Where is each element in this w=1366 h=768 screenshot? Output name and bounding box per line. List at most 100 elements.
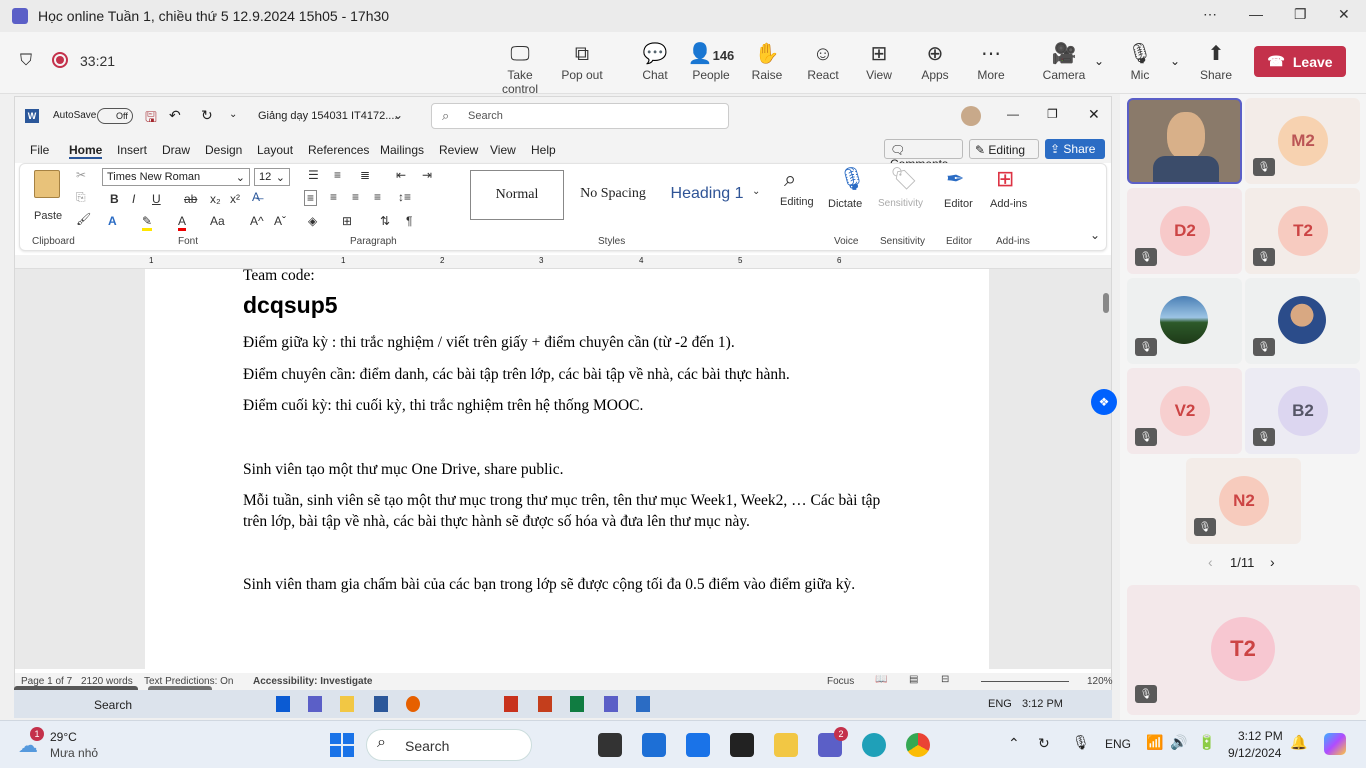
start-button[interactable] (330, 733, 354, 757)
subscript-button[interactable]: x₂ (210, 192, 221, 206)
find-icon[interactable]: ⌕ (784, 166, 796, 192)
tab-layout[interactable]: Layout (257, 143, 293, 157)
copy-icon[interactable]: ⎘ (76, 190, 86, 205)
react-button[interactable]: ☺ React (793, 42, 853, 82)
multilevel-list-icon[interactable]: ≣ (360, 168, 370, 182)
word-minimize-button[interactable]: — (1007, 107, 1019, 121)
word-close-button[interactable]: ✕ (1088, 106, 1100, 123)
clear-format-icon[interactable]: A̶ (252, 190, 260, 204)
featured-participant-tile[interactable]: T2 🎙 (1127, 585, 1360, 715)
web-layout-icon[interactable]: ⊟ (941, 674, 949, 685)
justify-icon[interactable]: ≡ (374, 190, 381, 204)
more-options-icon[interactable]: ⋯ (1203, 6, 1217, 23)
tab-draw[interactable]: Draw (162, 143, 190, 157)
participant-tile[interactable]: 🎙 (1127, 278, 1242, 364)
shrink-font-icon[interactable]: Aˇ (274, 214, 286, 228)
print-layout-icon[interactable]: ▤ (909, 674, 918, 685)
zoom-slider[interactable] (981, 681, 1069, 682)
tab-home[interactable]: Home (69, 143, 103, 159)
participant-tile[interactable]: 🎙 (1245, 278, 1360, 364)
file-explorer-icon[interactable] (774, 733, 798, 757)
bold-button[interactable]: B (110, 192, 119, 206)
addins-icon[interactable]: ⊞ (996, 166, 1014, 192)
taskbar-search[interactable]: ⌕ Search (366, 729, 532, 761)
camera-button[interactable]: 🎥 Camera (1034, 42, 1094, 82)
view-button[interactable]: ⊞ View (849, 42, 909, 82)
accessibility-status[interactable]: Accessibility: Investigate (253, 676, 373, 687)
edge-icon[interactable] (862, 733, 886, 757)
save-icon[interactable]: 🖫 (145, 107, 157, 131)
line-spacing-icon[interactable]: ↕≡ (398, 190, 411, 204)
weather-temp[interactable]: 29°C (50, 730, 77, 744)
more-button[interactable]: ⋯ More (961, 42, 1021, 82)
document-title[interactable]: Giảng dạy 154031 IT4172.... (258, 110, 397, 122)
store-icon[interactable] (642, 733, 666, 757)
close-button[interactable]: ✕ (1338, 6, 1350, 23)
sticky-app-icon[interactable] (730, 733, 754, 757)
weather-desc[interactable]: Mưa nhỏ (50, 746, 98, 760)
editing-label[interactable]: Editing (780, 196, 814, 208)
vertical-scrollbar[interactable] (1103, 293, 1109, 313)
tab-insert[interactable]: Insert (117, 143, 147, 157)
underline-button[interactable]: U (152, 192, 161, 206)
format-painter-icon[interactable]: 🖌 (76, 212, 91, 226)
bullets-icon[interactable]: ☰ (308, 168, 319, 182)
cut-icon[interactable]: ✂ (76, 168, 86, 182)
leave-button[interactable]: ☎ Leave (1254, 46, 1346, 77)
autosave-toggle[interactable]: Off (97, 108, 133, 124)
mic-muted-tray-icon[interactable]: 🎙 (1072, 734, 1090, 751)
raise-hand-button[interactable]: ✋ Raise (737, 42, 797, 82)
change-case-icon[interactable]: Aa (210, 214, 225, 228)
italic-button[interactable]: I (132, 192, 135, 206)
participant-tile[interactable]: V2 🎙 (1127, 368, 1242, 454)
mic-options-chevron-icon[interactable]: ⌄ (1170, 54, 1180, 68)
tab-help[interactable]: Help (531, 143, 556, 157)
decrease-indent-icon[interactable]: ⇤ (396, 168, 406, 182)
mic-button[interactable]: 🎙 Mic (1110, 42, 1170, 82)
prev-page-icon[interactable]: ‹ (1208, 554, 1213, 570)
participant-tile[interactable]: N2 🎙 (1186, 458, 1301, 544)
microphone-icon[interactable]: 🎙 (838, 166, 866, 192)
styles-scroll-icon[interactable]: ⌄ (752, 186, 760, 197)
ribbon-collapse-icon[interactable]: ⌄ (1090, 228, 1100, 242)
editor-icon[interactable]: ✒ (946, 166, 964, 192)
text-effects-icon[interactable]: A (108, 214, 117, 228)
word-search-box[interactable]: ⌕ Search (431, 103, 729, 129)
people-button[interactable]: 👤146 People (681, 42, 741, 82)
sync-icon[interactable]: ↻ (1038, 735, 1050, 752)
paste-icon[interactable] (34, 170, 60, 198)
share-button[interactable]: ⬆ Share (1186, 42, 1246, 82)
grow-font-icon[interactable]: A^ (250, 214, 264, 228)
participant-tile[interactable]: T2 🎙 (1245, 188, 1360, 274)
focus-mode[interactable]: Focus (827, 676, 854, 687)
dropbox-icon[interactable]: ❖ (1091, 389, 1117, 415)
volume-icon[interactable]: 🔊 (1170, 734, 1187, 751)
font-color-icon[interactable]: A (178, 214, 187, 231)
dictate-label[interactable]: Dictate (828, 198, 862, 210)
word-restore-button[interactable]: ❐ (1047, 107, 1058, 121)
superscript-button[interactable]: x² (230, 192, 240, 206)
style-heading-1[interactable]: Heading 1 (662, 170, 752, 220)
borders-icon[interactable]: ⊞ (342, 214, 352, 228)
editing-mode-button[interactable]: ✎ Editing ⌄ (969, 139, 1039, 171)
tray-chevron-icon[interactable]: ⌃ (1008, 735, 1020, 752)
participant-tile[interactable]: D2 🎙 (1127, 188, 1242, 274)
apps-button[interactable]: ⊕ Apps (905, 42, 965, 82)
tab-design[interactable]: Design (205, 143, 242, 157)
participant-tile[interactable]: B2 🎙 (1245, 368, 1360, 454)
increase-indent-icon[interactable]: ⇥ (422, 168, 432, 182)
tab-review[interactable]: Review (439, 143, 478, 157)
chat-button[interactable]: 💬 Chat (625, 42, 685, 82)
sort-icon[interactable]: ⇅ (380, 214, 390, 228)
style-no-spacing[interactable]: No Spacing (568, 170, 658, 220)
undo-icon[interactable]: ↶ (169, 107, 181, 124)
language-indicator[interactable]: ENG (1105, 737, 1131, 751)
clock-date[interactable]: 9/12/2024 (1228, 746, 1281, 760)
shading-icon[interactable]: ◈ (308, 214, 317, 228)
style-normal[interactable]: Normal (470, 170, 564, 220)
title-chevron-icon[interactable]: ⌄ (393, 108, 403, 122)
wifi-icon[interactable]: 📶 (1146, 734, 1163, 751)
account-avatar[interactable] (961, 106, 981, 126)
font-name-select[interactable]: Times New Roman ⌄ (102, 168, 250, 186)
chrome-icon[interactable] (906, 733, 930, 757)
